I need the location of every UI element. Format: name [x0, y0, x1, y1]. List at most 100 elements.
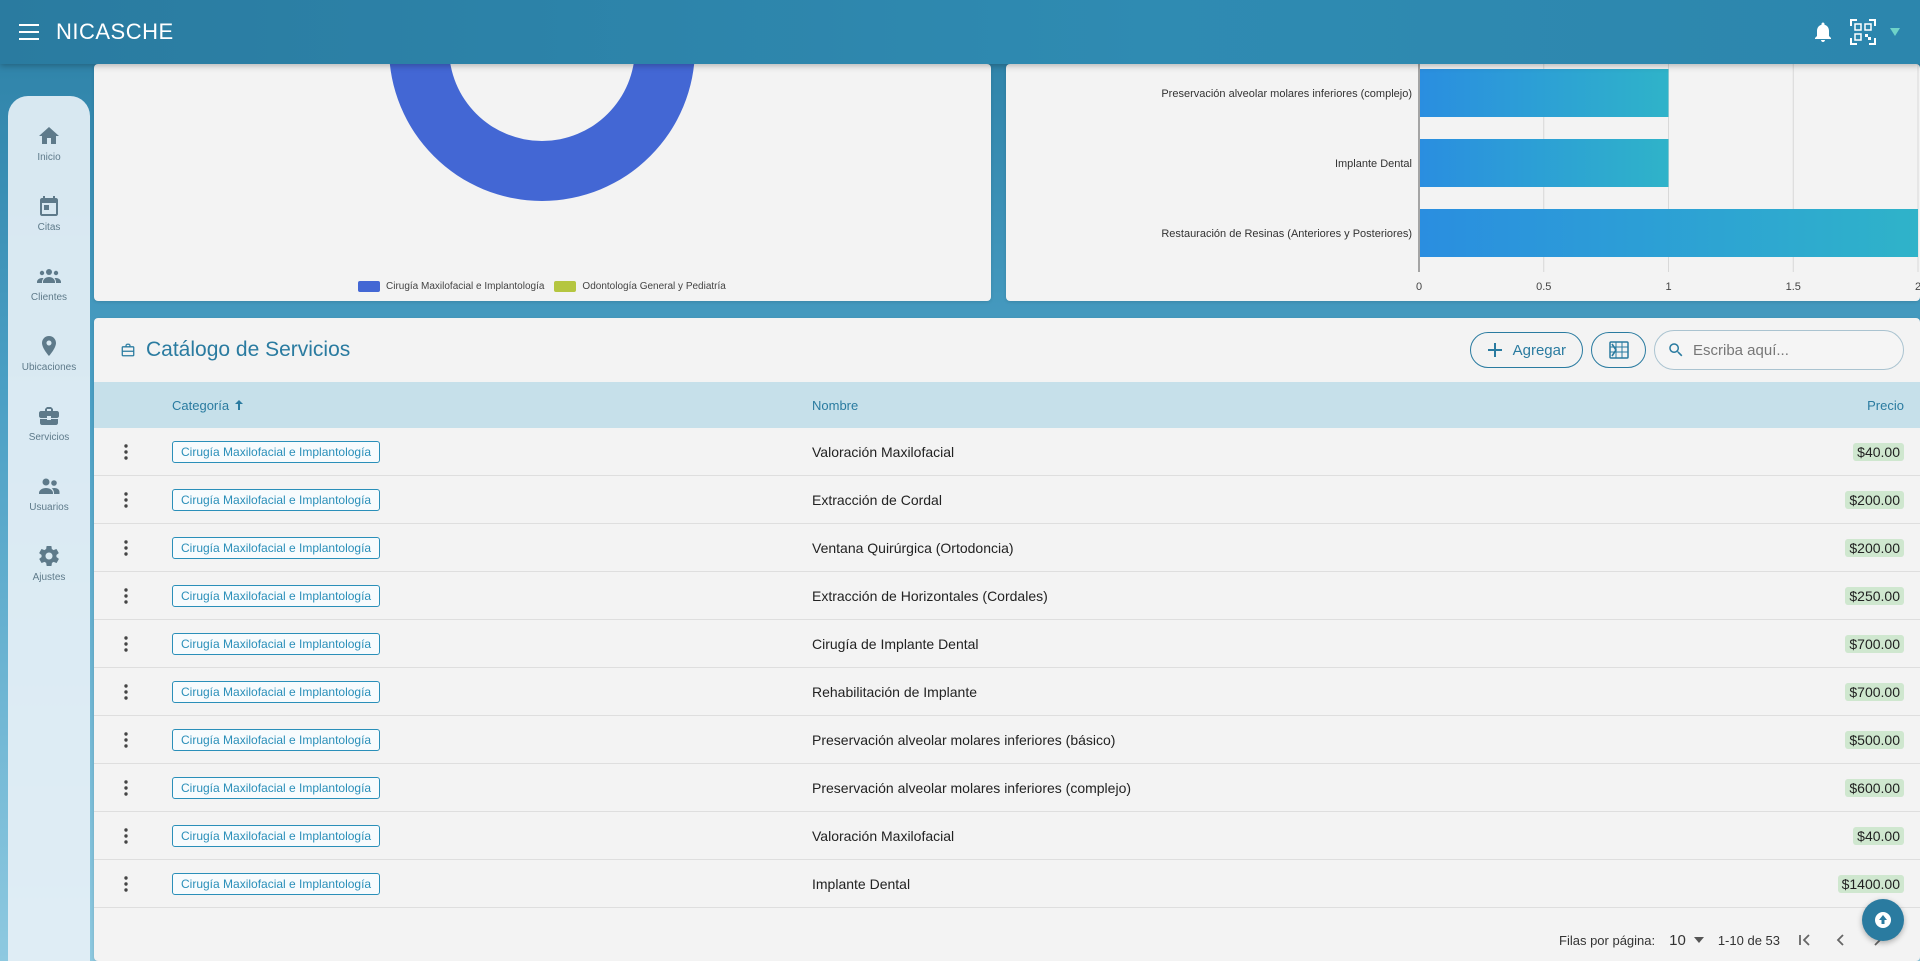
sidebar: Inicio Citas Clientes Ubicaciones Servic… — [8, 96, 90, 961]
column-header-price[interactable]: Precio — [1867, 398, 1904, 413]
sidebar-item-label: Inicio — [37, 152, 61, 163]
price-badge: $200.00 — [1845, 538, 1904, 557]
x-tick-label: 0 — [1416, 281, 1422, 293]
scroll-top-button[interactable] — [1862, 899, 1904, 941]
row-actions-icon[interactable] — [116, 534, 136, 562]
table-row[interactable]: Cirugía Maxilofacial e Implantología Extr… — [94, 572, 1920, 620]
category-chip[interactable]: Cirugía Maxilofacial e Implantología — [172, 536, 381, 559]
add-service-button[interactable]: Agregar — [1469, 332, 1583, 368]
service-name: Valoración Maxilofacial — [812, 827, 955, 844]
table-row[interactable]: Cirugía Maxilofacial e Implantología Valo… — [94, 428, 1920, 476]
x-tick-label: 2 — [1915, 281, 1920, 293]
column-header-name[interactable]: Nombre — [812, 398, 858, 413]
sidebar-item-label: Servicios — [28, 432, 70, 443]
category-chip[interactable]: Cirugía Maxilofacial e Implantología — [172, 440, 381, 463]
excel-icon — [1608, 341, 1629, 359]
row-actions-icon[interactable] — [116, 486, 136, 514]
price-badge: $40.00 — [1853, 826, 1904, 845]
bell-icon[interactable] — [1808, 17, 1838, 47]
bar-chart: 0 0.5 1 1.5 2 Preservación alveolar molares i… — [1161, 64, 1920, 293]
search-icon — [1669, 343, 1683, 357]
first-page-button[interactable] — [1794, 929, 1816, 951]
search-input[interactable] — [1693, 341, 1883, 359]
table-row[interactable]: Cirugía Maxilofacial e Implantología Vent… — [94, 524, 1920, 572]
sidebar-item-ajustes[interactable]: Ajustes — [8, 544, 90, 614]
row-actions-icon[interactable] — [116, 678, 136, 706]
bar[interactable] — [1420, 69, 1669, 117]
category-chip[interactable]: Cirugía Maxilofacial e Implantología — [172, 488, 381, 511]
table-row[interactable]: Cirugía Maxilofacial e Implantología Pres… — [94, 716, 1920, 764]
pagination: Filas por página: 10 1-10 de 53 — [1559, 929, 1888, 951]
category-label: Preservación alveolar molares inferiores… — [1161, 88, 1412, 100]
page-range: 1-10 de 53 — [1717, 932, 1780, 948]
table-row[interactable]: Cirugía Maxilofacial e Implantología Impl… — [94, 860, 1920, 908]
row-actions-icon[interactable] — [116, 582, 136, 610]
service-name: Ventana Quirúrgica (Ortodoncia) — [812, 539, 1014, 556]
table-row[interactable]: Cirugía Maxilofacial e Implantología Reha… — [94, 668, 1920, 716]
price-badge: $600.00 — [1845, 778, 1904, 797]
service-name: Implante Dental — [812, 875, 911, 892]
bar-chart-card: 0 0.5 1 1.5 2 Preservación alveolar molares i… — [1006, 64, 1920, 301]
sidebar-item-label: Clientes — [30, 292, 68, 303]
category-chip[interactable]: Cirugía Maxilofacial e Implantología — [172, 632, 381, 655]
category-chip[interactable]: Cirugía Maxilofacial e Implantología — [172, 584, 381, 607]
sidebar-item-label: Ubicaciones — [21, 362, 77, 373]
bar[interactable] — [1420, 209, 1918, 257]
category-chip[interactable]: Cirugía Maxilofacial e Implantología — [172, 776, 381, 799]
app-bar: NICASCHE — [0, 0, 1920, 64]
price-badge: $250.00 — [1845, 586, 1904, 605]
catalog-title: Catálogo de Servicios — [146, 338, 351, 361]
bar[interactable] — [1420, 139, 1669, 187]
search-field[interactable] — [1654, 330, 1904, 370]
column-header-category[interactable]: Categoría — [172, 398, 245, 413]
category-label: Restauración de Resinas (Anteriores y Po… — [1161, 228, 1412, 240]
arrow-up-circle-icon — [1875, 912, 1891, 928]
price-badge: $700.00 — [1845, 682, 1904, 701]
sidebar-item-clientes[interactable]: Clientes — [8, 264, 90, 334]
price-badge: $40.00 — [1853, 442, 1904, 461]
dropdown-arrow-icon[interactable] — [1888, 17, 1902, 47]
service-name: Preservación alveolar molares inferiores… — [812, 779, 1132, 796]
donut-chart-card: Cirugía Maxilofacial e Implantología Odo… — [94, 64, 991, 301]
sidebar-item-label: Ajustes — [32, 572, 66, 583]
menu-icon[interactable] — [14, 17, 44, 47]
category-chip[interactable]: Cirugía Maxilofacial e Implantología — [172, 728, 381, 751]
row-actions-icon[interactable] — [116, 726, 136, 754]
donut-chart — [389, 64, 695, 201]
donut-segment[interactable] — [389, 64, 695, 201]
table-row[interactable]: Cirugía Maxilofacial e Implantología Ciru… — [94, 620, 1920, 668]
table-row[interactable]: Cirugía Maxilofacial e Implantología Pres… — [94, 764, 1920, 812]
users-icon — [39, 478, 60, 494]
row-actions-icon[interactable] — [116, 870, 136, 898]
price-badge: $700.00 — [1845, 634, 1904, 653]
row-actions-icon[interactable] — [116, 630, 136, 658]
sidebar-item-usuarios[interactable]: Usuarios — [8, 474, 90, 544]
previous-page-button[interactable] — [1830, 929, 1852, 951]
sidebar-item-ubicaciones[interactable]: Ubicaciones — [8, 334, 90, 404]
service-name: Extracción de Horizontales (Cordales) — [812, 587, 1048, 604]
app-title: NICASCHE — [56, 19, 174, 44]
chevron-left-icon — [1836, 934, 1844, 946]
table-row[interactable]: Cirugía Maxilofacial e Implantología Valo… — [94, 812, 1920, 860]
service-name: Cirugía de Implante Dental — [812, 635, 979, 652]
category-chip[interactable]: Cirugía Maxilofacial e Implantología — [172, 872, 381, 895]
table-body: Cirugía Maxilofacial e Implantología Valo… — [94, 428, 1920, 908]
sidebar-item-label: Usuarios — [29, 502, 69, 513]
sidebar-item-citas[interactable]: Citas — [8, 194, 90, 264]
table-row[interactable]: Cirugía Maxilofacial e Implantología Extr… — [94, 476, 1920, 524]
category-chip[interactable]: Cirugía Maxilofacial e Implantología — [172, 824, 381, 847]
row-actions-icon[interactable] — [116, 774, 136, 802]
legend-swatch — [358, 281, 380, 292]
export-excel-button[interactable] — [1591, 332, 1646, 368]
qr-code-icon[interactable] — [1848, 17, 1878, 47]
category-chip[interactable]: Cirugía Maxilofacial e Implantología — [172, 680, 381, 703]
rows-per-page-select[interactable]: 10 — [1669, 932, 1704, 949]
sidebar-item-inicio[interactable]: Inicio — [8, 124, 90, 194]
row-actions-icon[interactable] — [116, 822, 136, 850]
price-badge: $200.00 — [1845, 490, 1904, 509]
legend-item[interactable]: Cirugía Maxilofacial e Implantología — [358, 281, 544, 292]
row-actions-icon[interactable] — [116, 438, 136, 466]
sidebar-item-servicios[interactable]: Servicios — [8, 404, 90, 474]
legend-item[interactable]: Odontología General y Pediatría — [554, 281, 726, 292]
plus-icon — [1487, 343, 1502, 357]
